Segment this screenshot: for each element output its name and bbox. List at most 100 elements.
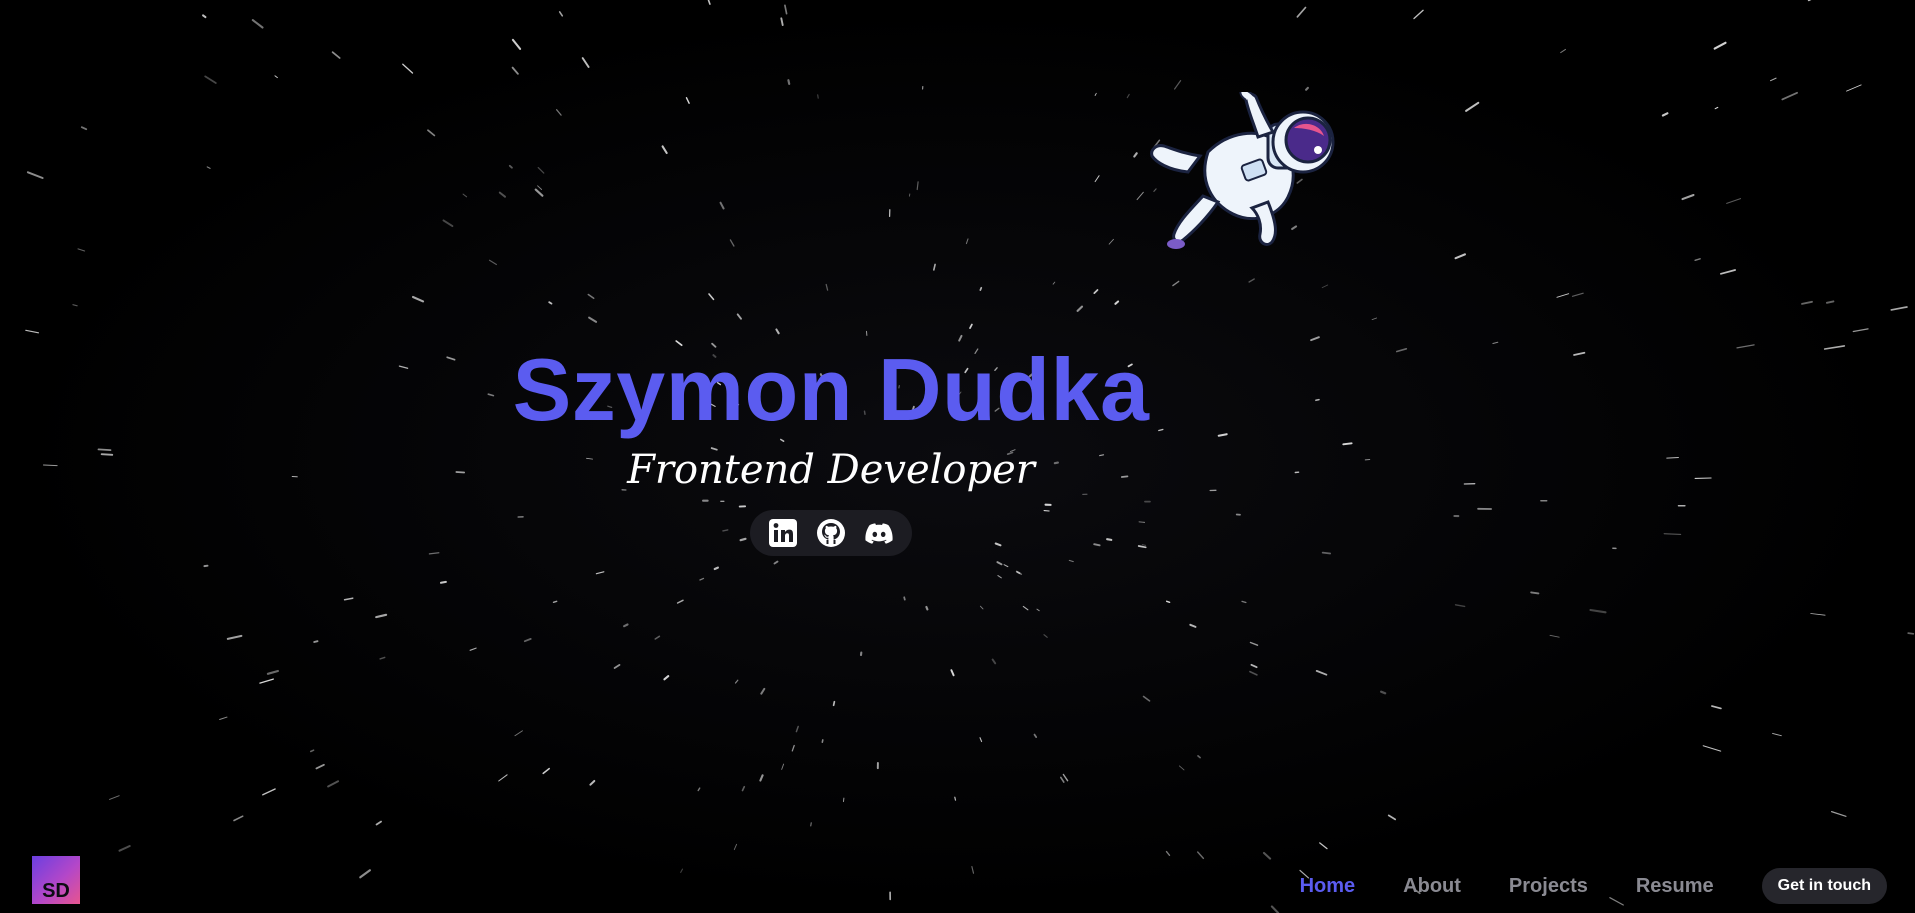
star-streak <box>1197 755 1201 759</box>
star-streak <box>552 600 558 604</box>
star-streak <box>548 301 553 305</box>
star-streak <box>72 304 78 307</box>
star-streak <box>825 283 829 291</box>
star-streak <box>1465 101 1480 112</box>
site-logo[interactable]: SD <box>32 856 80 904</box>
star-streak <box>534 188 544 197</box>
star-streak <box>1549 634 1560 638</box>
star-streak <box>1136 191 1144 201</box>
star-streak <box>1321 284 1329 289</box>
star-streak <box>954 796 957 801</box>
star-streak <box>991 658 997 665</box>
star-streak <box>1830 810 1847 817</box>
star-streak <box>1556 293 1570 298</box>
star-streak <box>925 605 929 611</box>
star-streak <box>1172 280 1180 287</box>
star-streak <box>1823 345 1846 350</box>
github-icon <box>817 519 845 547</box>
get-in-touch-button[interactable]: Get in touch <box>1761 868 1887 904</box>
star-streak <box>313 640 319 643</box>
star-streak <box>1305 86 1309 91</box>
star-streak <box>262 788 276 796</box>
star-streak <box>1769 77 1777 82</box>
github-link[interactable] <box>814 516 848 550</box>
star-streak <box>1852 328 1869 333</box>
star-streak <box>1663 533 1682 535</box>
star-streak <box>523 637 532 643</box>
star-streak <box>950 669 955 677</box>
star-streak <box>654 635 661 640</box>
astronaut-illustration <box>1150 92 1335 249</box>
star-streak <box>1249 670 1258 676</box>
star-streak <box>1801 300 1813 305</box>
star-streak <box>971 866 975 874</box>
discord-icon <box>865 523 893 544</box>
star-streak <box>581 57 590 68</box>
star-streak <box>439 580 447 584</box>
star-streak <box>809 822 813 827</box>
star-streak <box>1772 732 1782 737</box>
star-streak <box>1052 281 1056 285</box>
star-streak <box>1165 600 1171 604</box>
star-streak <box>1907 632 1915 635</box>
star-streak <box>1726 198 1742 204</box>
star-streak <box>259 678 274 684</box>
hero-content: Szymon Dudka Frontend Developer <box>0 340 1662 556</box>
star-streak <box>1248 278 1255 283</box>
star-streak <box>1036 608 1040 612</box>
star-streak <box>1133 152 1138 158</box>
star-streak <box>1711 705 1722 710</box>
star-streak <box>1694 258 1701 262</box>
star-streak <box>266 669 279 675</box>
star-streak <box>1270 905 1280 913</box>
star-streak <box>511 38 522 50</box>
nav-projects[interactable]: Projects <box>1509 875 1588 898</box>
star-streak <box>595 571 605 575</box>
star-streak <box>784 4 788 15</box>
star-streak <box>613 664 621 669</box>
star-streak <box>558 11 564 17</box>
social-links <box>750 510 912 556</box>
star-streak <box>555 109 562 116</box>
star-streak <box>587 293 595 300</box>
nav-resume[interactable]: Resume <box>1636 875 1714 898</box>
star-streak <box>233 815 244 822</box>
star-streak <box>251 19 264 29</box>
star-streak <box>1094 92 1097 96</box>
star-streak <box>274 75 278 79</box>
star-streak <box>1059 776 1065 783</box>
star-streak <box>821 739 824 743</box>
star-streak <box>359 869 371 879</box>
star-streak <box>514 730 523 737</box>
star-streak <box>759 774 764 782</box>
star-streak <box>719 201 725 210</box>
nav-home[interactable]: Home <box>1300 875 1356 898</box>
star-streak <box>965 238 969 245</box>
logo-text: SD <box>42 880 70 902</box>
star-streak <box>1560 48 1566 54</box>
star-streak <box>1068 559 1074 563</box>
star-streak <box>736 313 742 320</box>
star-streak <box>780 17 784 27</box>
star-streak <box>1108 238 1114 245</box>
star-streak <box>375 613 388 619</box>
star-streak <box>1380 690 1387 695</box>
star-streak <box>402 63 414 74</box>
star-streak <box>903 596 906 601</box>
discord-link[interactable] <box>862 516 896 550</box>
star-streak <box>791 744 795 752</box>
star-streak <box>1296 6 1307 18</box>
star-streak <box>1666 456 1679 459</box>
star-streak <box>331 51 341 59</box>
star-streak <box>733 843 738 851</box>
star-streak <box>1736 344 1755 349</box>
linkedin-link[interactable] <box>766 516 800 550</box>
star-streak <box>226 634 243 640</box>
star-streak <box>1890 306 1908 311</box>
star-streak <box>204 75 217 84</box>
star-streak <box>1165 850 1171 856</box>
nav-about[interactable]: About <box>1403 875 1461 898</box>
star-streak <box>375 820 382 826</box>
star-streak <box>1702 745 1722 752</box>
star-streak <box>773 560 779 565</box>
